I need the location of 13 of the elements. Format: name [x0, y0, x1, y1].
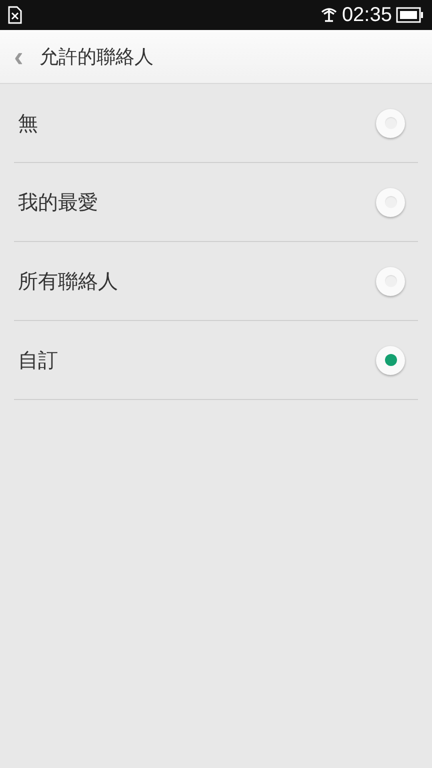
back-button[interactable]: ‹ — [12, 42, 26, 70]
radio-button[interactable] — [376, 188, 405, 216]
page-title: 允許的聯絡人 — [39, 44, 154, 70]
option-label: 我的最愛 — [18, 188, 98, 216]
sim-card-icon — [8, 6, 22, 24]
status-time: 02:35 — [342, 4, 392, 26]
radio-button[interactable] — [376, 266, 405, 296]
option-label: 自訂 — [18, 346, 58, 374]
option-label: 無 — [18, 110, 38, 136]
radio-button[interactable] — [376, 346, 405, 374]
option-label: 所有聯絡人 — [18, 268, 118, 294]
radio-button[interactable] — [376, 108, 405, 138]
battery-icon — [396, 7, 424, 23]
